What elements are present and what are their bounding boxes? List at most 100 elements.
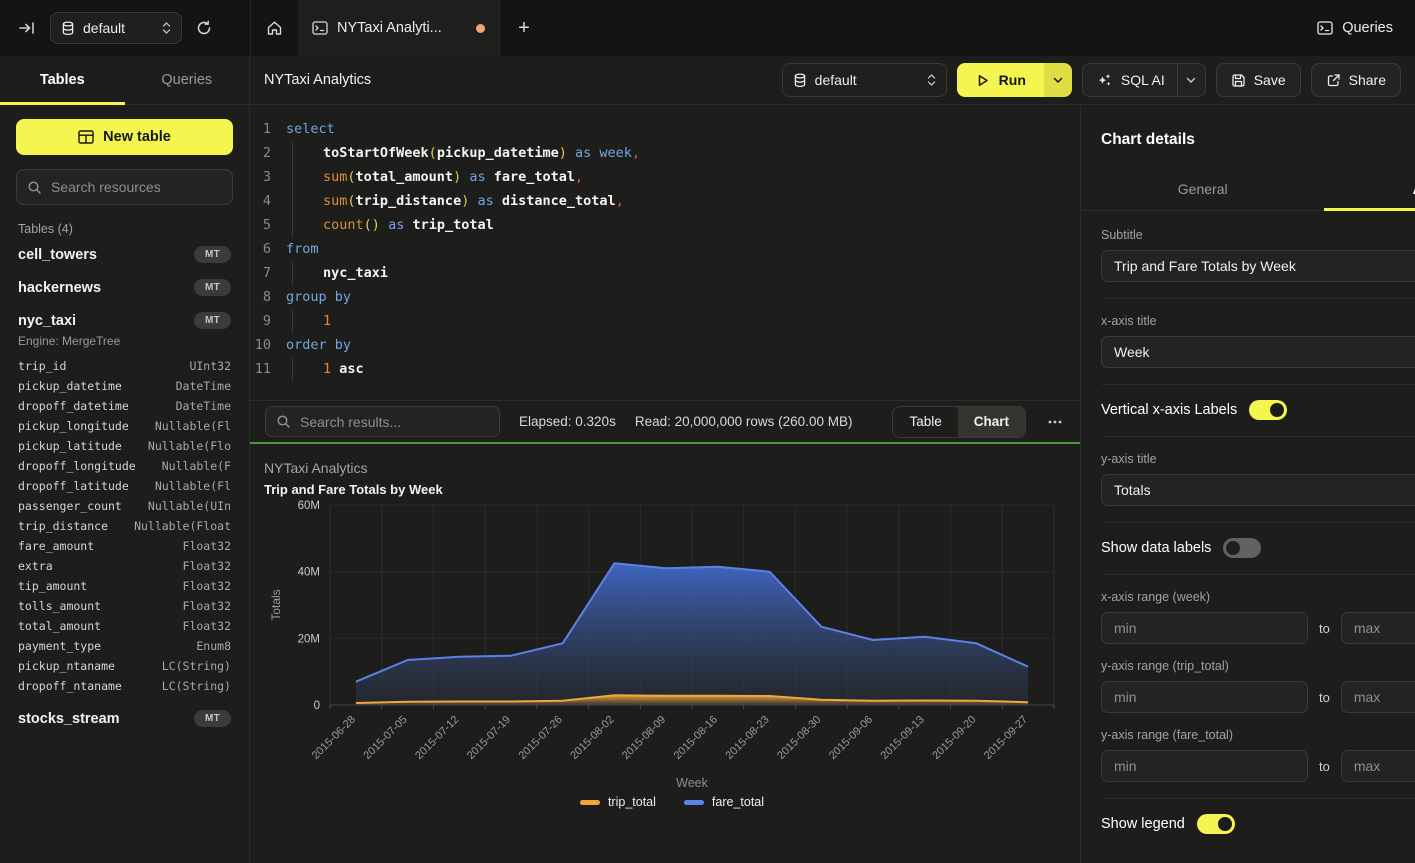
yrange-fare-max-input[interactable] [1341, 750, 1415, 782]
refresh-button[interactable] [192, 16, 216, 40]
query-title: NYTaxi Analytics [264, 72, 371, 88]
table-item-cell-towers[interactable]: cell_towers MT [16, 238, 233, 271]
column-name: passenger_count [18, 496, 122, 516]
results-search-input[interactable] [300, 414, 489, 430]
divider [1101, 298, 1415, 299]
svg-text:2015-07-12: 2015-07-12 [413, 714, 461, 762]
xrange-min-input[interactable] [1101, 612, 1308, 644]
database-selector[interactable]: default [50, 12, 182, 44]
home-tab[interactable] [250, 0, 298, 56]
sidebar-tab-tables[interactable]: Tables [0, 56, 125, 104]
column-type: DateTime [176, 376, 231, 396]
toolbar-database-selector[interactable]: default [782, 63, 947, 97]
chart-legend: trip_total fare_total [264, 795, 1080, 809]
sql-ai-options-button[interactable] [1177, 64, 1205, 96]
resource-search [16, 169, 233, 205]
sql-editor[interactable]: 1select2toStartOfWeek(pickup_datetime) a… [250, 105, 1080, 400]
svg-text:2015-09-27: 2015-09-27 [982, 714, 1030, 762]
vertical-labels-toggle[interactable] [1249, 400, 1287, 420]
engine-badge: MT [194, 279, 231, 296]
new-tab-button[interactable]: + [500, 0, 548, 56]
database-value: default [83, 20, 154, 36]
share-button[interactable]: Share [1311, 63, 1401, 97]
xrange-label: x-axis range (week) [1101, 590, 1415, 604]
subtitle-input[interactable] [1101, 250, 1415, 282]
view-chart-button[interactable]: Chart [958, 407, 1025, 437]
panel-title: Chart details [1101, 131, 1195, 149]
column-name: dropoff_datetime [18, 396, 129, 416]
column-name: pickup_longitude [18, 416, 129, 436]
column-name: dropoff_latitude [18, 476, 129, 496]
sql-ai-button[interactable]: SQL AI [1082, 63, 1206, 97]
tab-title: NYTaxi Analyti... [337, 20, 467, 36]
xaxis-title-input[interactable] [1101, 336, 1415, 368]
table-item-stocks-stream[interactable]: stocks_stream MT [16, 702, 233, 735]
queries-button[interactable]: Queries [1317, 0, 1415, 56]
table-item-hackernews[interactable]: hackernews MT [16, 271, 233, 304]
yaxis-title-label: y-axis title [1101, 452, 1415, 466]
column-type: Nullable(Flo [148, 436, 231, 456]
home-icon [266, 20, 283, 36]
resource-search-input[interactable] [51, 179, 222, 195]
column-name: dropoff_longitude [18, 456, 136, 476]
refresh-icon [196, 20, 212, 36]
new-table-button[interactable]: New table [16, 119, 233, 155]
chart-details-panel: Chart details General Advanced Subtitle … [1080, 105, 1415, 863]
xrange-max-input[interactable] [1341, 612, 1415, 644]
table-name: hackernews [18, 280, 101, 296]
sidebar-tab-queries[interactable]: Queries [125, 56, 250, 104]
column-type: Float32 [183, 576, 231, 596]
svg-text:2015-08-23: 2015-08-23 [723, 714, 771, 762]
line-number: 7 [250, 261, 286, 285]
main-area: 1select2toStartOfWeek(pickup_datetime) a… [250, 105, 1080, 863]
column-row: pickup_latitudeNullable(Flo [18, 436, 231, 456]
svg-text:2015-07-05: 2015-07-05 [361, 714, 409, 762]
chevron-updown-icon [162, 21, 171, 35]
view-table-button[interactable]: Table [893, 407, 957, 437]
column-row: tolls_amountFloat32 [18, 596, 231, 616]
code-line: 111 asc [250, 357, 1080, 381]
new-table-label: New table [103, 129, 171, 145]
table-name: stocks_stream [18, 711, 120, 727]
column-row: passenger_countNullable(UIn [18, 496, 231, 516]
topbar-left: default [0, 0, 250, 56]
legend-item-fare_total[interactable]: fare_total [684, 795, 764, 809]
yrange-trip-min-input[interactable] [1101, 681, 1308, 713]
show-legend-toggle[interactable] [1197, 814, 1235, 834]
save-label: Save [1254, 72, 1286, 88]
more-options-button[interactable] [1045, 417, 1065, 427]
run-button-group: Run [957, 63, 1072, 97]
run-options-button[interactable] [1044, 63, 1072, 97]
chart-title: NYTaxi Analytics [264, 460, 1080, 476]
top-bar: default NYTaxi Analyti... + Queries [0, 0, 1415, 56]
yrange-trip-max-input[interactable] [1341, 681, 1415, 713]
tab-advanced[interactable]: Advanced [1324, 168, 1415, 210]
column-row: dropoff_longitudeNullable(F [18, 456, 231, 476]
column-name: payment_type [18, 636, 101, 656]
play-icon [975, 73, 990, 88]
run-button[interactable]: Run [957, 63, 1044, 97]
collapse-sidebar-button[interactable] [14, 16, 40, 40]
table-grid-icon [78, 130, 94, 144]
line-number: 10 [250, 333, 286, 357]
save-button[interactable]: Save [1216, 63, 1301, 97]
column-type: Float32 [183, 536, 231, 556]
share-icon [1326, 73, 1341, 88]
column-row: trip_distanceNullable(Float [18, 516, 231, 536]
legend-label: trip_total [608, 795, 656, 809]
chart-card: NYTaxi Analytics Trip and Fare Totals by… [250, 444, 1080, 863]
legend-item-trip_total[interactable]: trip_total [580, 795, 656, 809]
tab-nytaxi-analytics[interactable]: NYTaxi Analyti... [298, 0, 500, 56]
table-item-nyc-taxi[interactable]: nyc_taxi MT [16, 304, 233, 337]
line-number: 2 [250, 141, 286, 165]
data-labels-toggle[interactable] [1223, 538, 1261, 558]
svg-text:2015-09-13: 2015-09-13 [879, 714, 927, 762]
database-icon [793, 73, 807, 88]
column-type: UInt32 [189, 356, 231, 376]
content: New table Tables (4) cell_towers MT hack… [0, 105, 1415, 863]
column-row: pickup_longitudeNullable(Fl [18, 416, 231, 436]
results-toolbar: Elapsed: 0.320s Read: 20,000,000 rows (2… [250, 400, 1080, 444]
yrange-fare-min-input[interactable] [1101, 750, 1308, 782]
yaxis-title-input[interactable] [1101, 474, 1415, 506]
tab-general[interactable]: General [1081, 168, 1324, 210]
